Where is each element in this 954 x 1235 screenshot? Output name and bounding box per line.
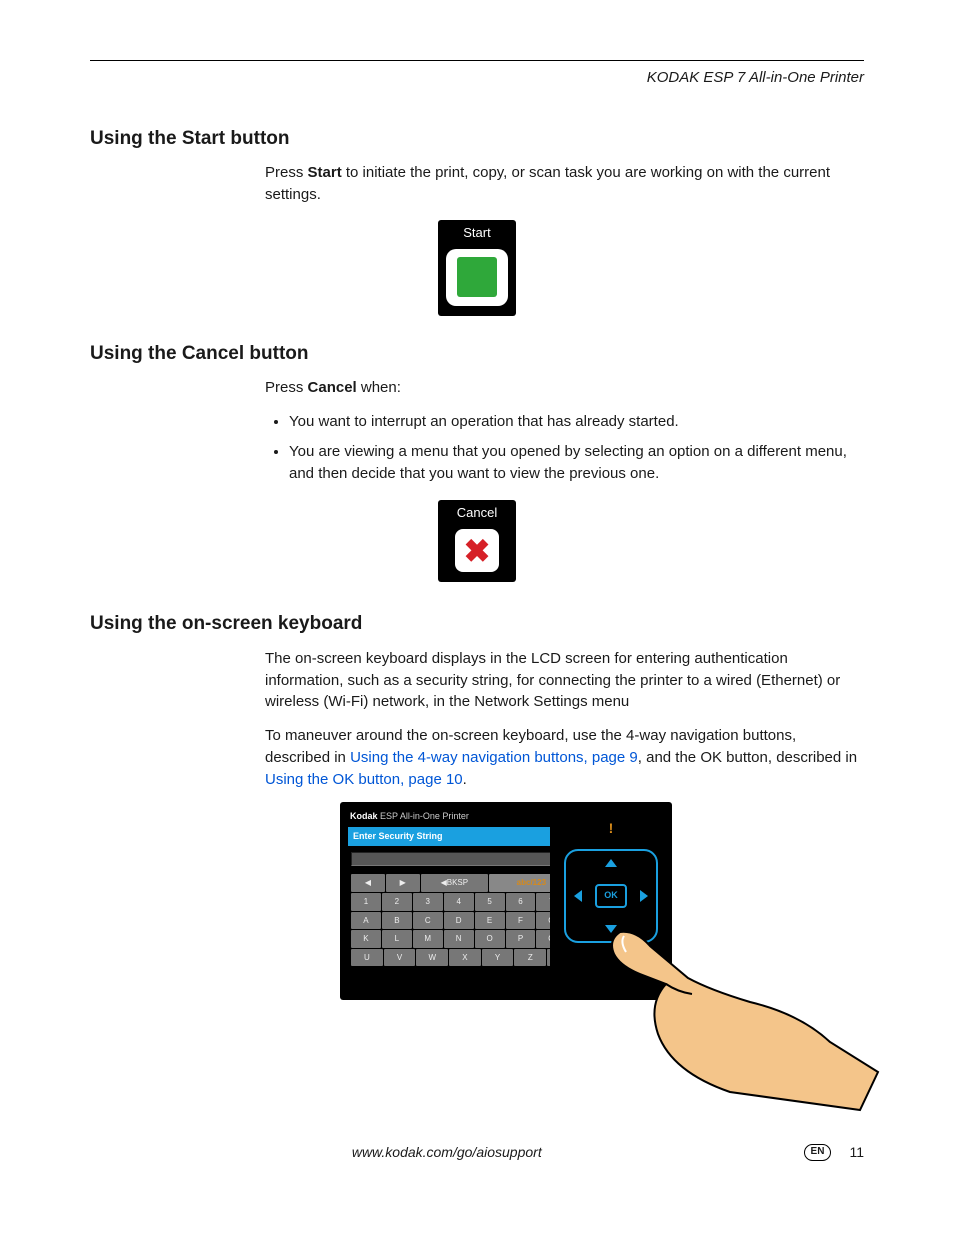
kb-key: O [475,930,505,948]
cancel-graphic-label: Cancel [457,504,497,523]
kb-para2-post: . [463,771,467,788]
kb-key: 1 [351,893,381,911]
kb-key: L [382,930,412,948]
kb-para2: To maneuver around the on-screen keyboar… [265,725,864,790]
kb-key: C [413,912,443,930]
kb-para2-mid: , and the OK button, described in [638,749,857,766]
start-text-post: to initiate the print, copy, or scan tas… [265,164,830,203]
kb-key: 6 [506,893,536,911]
header-rule [90,60,864,61]
kb-key: 5 [475,893,505,911]
kb-para1: The on-screen keyboard displays in the L… [265,648,864,713]
start-text-bold: Start [308,164,342,181]
kb-key: X [449,949,481,967]
nav-ok-button: OK [595,884,627,908]
nav-up-icon [605,859,617,867]
kb-key-left: ◀ [351,874,385,892]
heading-start: Using the Start button [90,125,864,153]
kb-key: P [506,930,536,948]
kb-key: M [413,930,443,948]
cancel-intro-post: when: [357,379,401,396]
link-ok-button[interactable]: Using the OK button, page 10 [265,771,463,788]
kb-key: N [444,930,474,948]
start-graphic-square [457,257,497,297]
kb-key: 3 [413,893,443,911]
kb-key-bksp: ◀BKSP [421,874,489,892]
cancel-button-graphic: Cancel ✖ [438,500,516,582]
nav-right-icon [640,890,648,902]
cancel-intro: Press Cancel when: [265,377,864,399]
kb-key-right: ▶ [386,874,420,892]
start-graphic-label: Start [463,224,490,243]
cancel-bullet-list: You want to interrupt an operation that … [289,411,864,484]
start-graphic-frame [446,249,508,306]
page-footer: www.kodak.com/go/aiosupport EN 11 [90,1142,864,1162]
footer-right: EN 11 [804,1142,864,1162]
heading-cancel: Using the Cancel button [90,340,864,368]
kb-key: B [382,912,412,930]
heading-keyboard: Using the on-screen keyboard [90,610,864,638]
hand-illustration [600,922,880,1112]
cancel-intro-pre: Press [265,379,308,396]
start-button-graphic: Start [438,220,516,316]
kb-key: W [416,949,448,967]
cancel-intro-bold: Cancel [308,379,357,396]
cancel-bullet: You are viewing a menu that you opened b… [289,441,864,485]
kb-key: A [351,912,381,930]
cancel-x-icon: ✖ [464,535,491,567]
kb-key: V [384,949,416,967]
kb-key: K [351,930,381,948]
link-4way-nav[interactable]: Using the 4-way navigation buttons, page… [350,749,638,766]
kb-key: F [506,912,536,930]
kb-key: Z [514,949,546,967]
keyboard-illustration: Kodak ESP All-in-One Printer Enter Secur… [340,802,852,1112]
cancel-graphic-frame: ✖ [455,529,499,572]
footer-language-badge: EN [804,1144,832,1161]
lcd-brand-bold: Kodak [350,811,378,821]
kb-key: 4 [444,893,474,911]
footer-page-number: 11 [849,1142,864,1162]
header-product-title: KODAK ESP 7 All-in-One Printer [90,67,864,89]
kb-key: E [475,912,505,930]
kb-key: D [444,912,474,930]
footer-url: www.kodak.com/go/aiosupport [90,1142,804,1162]
kb-key: U [351,949,383,967]
alert-icon: ! [609,818,614,838]
lcd-brand-rest: ESP All-in-One Printer [378,811,469,821]
cancel-bullet: You want to interrupt an operation that … [289,411,864,433]
start-paragraph: Press Start to initiate the print, copy,… [265,162,864,206]
kb-key: 2 [382,893,412,911]
kb-key: Y [482,949,514,967]
nav-left-icon [574,890,582,902]
start-text-pre: Press [265,164,308,181]
